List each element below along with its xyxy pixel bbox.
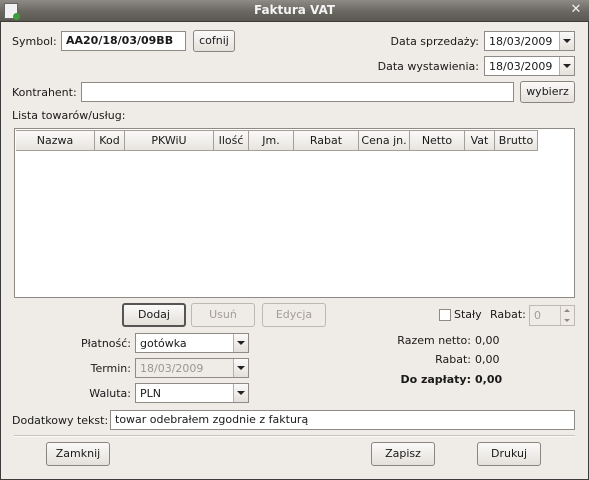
issue-date-value: 18/03/2009	[489, 60, 553, 73]
discount-label: Rabat:	[490, 308, 526, 321]
title-bar: Faktura VAT ✕	[0, 0, 589, 22]
due-date-combo[interactable]: 18/03/2009	[135, 358, 249, 378]
discount-spinner[interactable]: 0	[529, 305, 575, 326]
window-title: Faktura VAT	[253, 3, 336, 17]
contractor-label: Kontrahent:	[12, 86, 77, 99]
column-header[interactable]: Vat	[465, 130, 495, 151]
due-date-label: Termin:	[90, 362, 131, 375]
column-header[interactable]: Nazwa	[16, 130, 95, 151]
separator	[14, 435, 575, 437]
column-header[interactable]: Rabat	[294, 130, 359, 151]
issue-date-label: Data wystawienia:	[377, 60, 479, 73]
undo-button[interactable]: cofnij	[193, 30, 235, 52]
symbol-field[interactable]: AA20/18/03/09BB	[61, 31, 186, 51]
items-table[interactable]: Nazwa Kod PKWiU Ilość Jm. Rabat Cena jn.…	[14, 128, 575, 298]
currency-value: PLN	[140, 387, 161, 400]
discount-value: 0	[534, 309, 541, 322]
due-date-value: 18/03/2009	[140, 362, 204, 375]
issue-date-combo[interactable]: 18/03/2009	[484, 56, 575, 76]
column-header[interactable]: Netto	[410, 130, 465, 151]
sale-date-combo[interactable]: 18/03/2009	[484, 31, 575, 51]
chevron-down-icon[interactable]	[233, 334, 248, 352]
payment-label: Płatność:	[81, 337, 131, 350]
edit-item-button[interactable]: Edycja	[262, 303, 326, 327]
column-header[interactable]: Cena jn.	[359, 130, 410, 151]
column-header[interactable]: PKWiU	[125, 130, 214, 151]
discount-total-value: 0,00	[475, 353, 500, 366]
extra-text-field[interactable]: towar odebrałem zgodnie z fakturą	[110, 410, 575, 430]
currency-label: Waluta:	[89, 387, 131, 400]
amount-due-value: 0,00	[475, 373, 503, 386]
save-button[interactable]: Zapisz	[371, 442, 435, 466]
amount-due-label: Do zapłaty:	[400, 373, 471, 386]
discount-total-label: Rabat:	[435, 353, 471, 366]
net-total-value: 0,00	[475, 334, 500, 347]
sale-date-value: 18/03/2009	[489, 35, 553, 48]
constant-checkbox[interactable]	[439, 309, 451, 321]
print-button[interactable]: Drukuj	[477, 442, 541, 466]
remove-item-button[interactable]: Usuń	[191, 303, 255, 327]
chevron-down-icon[interactable]	[233, 384, 248, 402]
sale-date-label: Data sprzedaży:	[390, 35, 479, 48]
payment-combo[interactable]: gotówka	[135, 333, 249, 353]
contractor-field[interactable]	[81, 82, 514, 102]
close-button[interactable]: Zamknij	[46, 442, 110, 466]
items-label: Lista towarów/usług:	[12, 109, 126, 122]
chevron-down-icon[interactable]	[233, 359, 248, 377]
chevron-down-icon[interactable]	[559, 32, 574, 50]
column-header[interactable]: Kod	[95, 130, 125, 151]
symbol-label: Symbol:	[12, 35, 57, 48]
column-header[interactable]: Jm.	[249, 130, 294, 151]
invoice-window: Symbol: AA20/18/03/09BB cofnij Data sprz…	[1, 22, 588, 479]
add-item-button[interactable]: Dodaj	[122, 303, 186, 327]
close-icon[interactable]: ✕	[569, 3, 583, 17]
column-header[interactable]: Ilość	[214, 130, 249, 151]
constant-label: Stały	[454, 308, 482, 321]
spinner-arrows-icon[interactable]	[560, 306, 574, 325]
payment-value: gotówka	[140, 337, 187, 350]
column-header[interactable]: Brutto	[495, 130, 538, 151]
select-contractor-button[interactable]: wybierz	[520, 81, 575, 103]
extra-text-label: Dodatkowy tekst:	[12, 414, 109, 427]
currency-combo[interactable]: PLN	[135, 383, 249, 403]
net-total-label: Razem netto:	[397, 334, 471, 347]
chevron-down-icon[interactable]	[559, 57, 574, 75]
